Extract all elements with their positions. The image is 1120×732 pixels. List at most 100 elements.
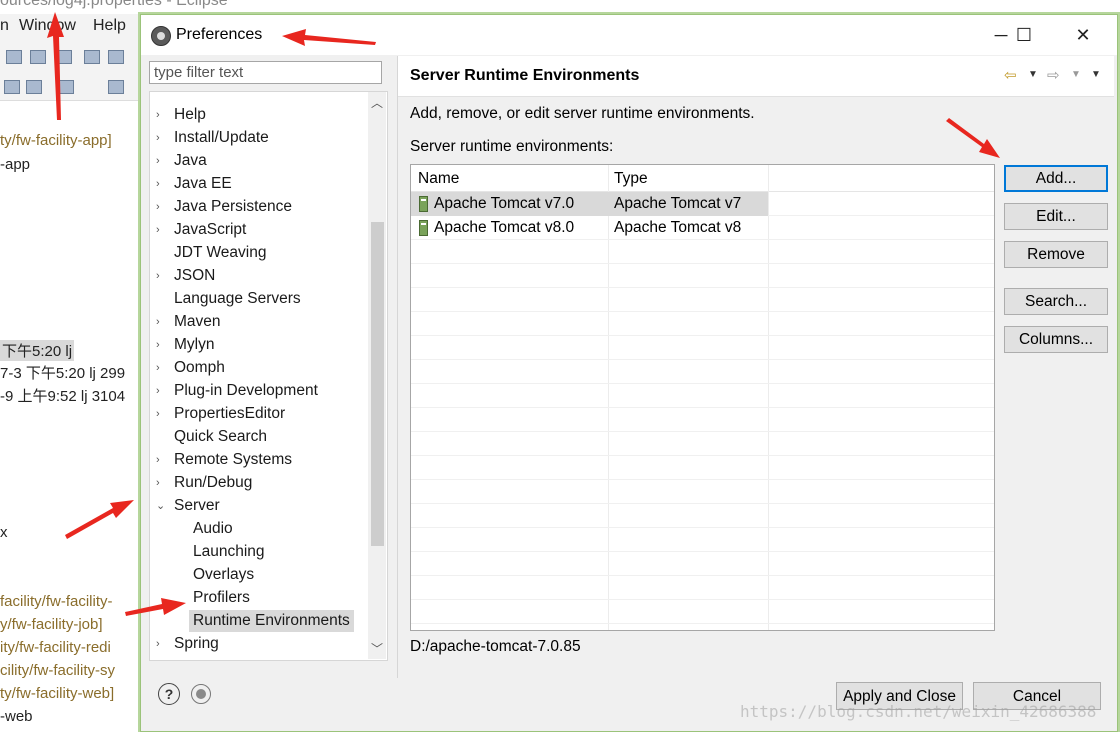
row-gridline: [411, 311, 994, 312]
row-gridline: [411, 263, 994, 264]
menu-window[interactable]: Window: [19, 17, 76, 35]
tree-item-label: Java Persistence: [174, 198, 293, 215]
chevron-down-icon[interactable]: ⌄: [156, 495, 168, 517]
chevron-right-icon[interactable]: ›: [156, 104, 168, 126]
toolbar-icon[interactable]: [26, 80, 42, 94]
runtime-table: Name Type Apache Tomcat v7.0 Apache Tomc…: [410, 164, 995, 631]
runtime-name: Apache Tomcat v7.0: [434, 195, 575, 212]
toolbar-icon[interactable]: [56, 50, 72, 64]
help-icon[interactable]: ?: [158, 683, 180, 705]
chevron-right-icon[interactable]: ›: [156, 656, 168, 660]
tree-item-label: Profilers: [193, 589, 250, 606]
toolbar-icon[interactable]: [6, 50, 22, 64]
tree-item-label: PropertiesEditor: [174, 405, 286, 422]
forward-dropdown-icon[interactable]: ▼: [1071, 69, 1081, 80]
background-text-line: y/fw-facility-job]: [0, 616, 103, 633]
tree-item-label: Language Servers: [174, 290, 301, 307]
tree-item-label: Maven: [174, 313, 221, 330]
chevron-right-icon[interactable]: ›: [156, 633, 168, 655]
add-button[interactable]: Add...: [1004, 165, 1108, 192]
background-text-line: facility/fw-facility-: [0, 593, 113, 610]
column-header-type[interactable]: Type: [614, 170, 648, 188]
runtime-list-label: Server runtime environments:: [410, 138, 614, 155]
tree-scrollbar[interactable]: ︿ ﹀: [368, 92, 386, 659]
toolbar-icon[interactable]: [108, 80, 124, 94]
maximize-button[interactable]: ☐: [1001, 15, 1047, 55]
row-gridline: [411, 455, 994, 456]
row-gridline: [411, 479, 994, 480]
server-runtime-icon: [419, 196, 428, 212]
preferences-dialog: Preferences ─ ☐ ✕ › Help › Install/Update › J…: [140, 14, 1118, 732]
back-dropdown-icon[interactable]: ▼: [1028, 69, 1038, 80]
row-gridline: [411, 431, 994, 432]
chevron-right-icon[interactable]: ›: [156, 150, 168, 172]
tree-item-label: Audio: [193, 520, 233, 537]
chevron-right-icon[interactable]: ›: [156, 334, 168, 356]
tree-item-label: Mylyn: [174, 336, 215, 353]
chevron-right-icon[interactable]: ›: [156, 357, 168, 379]
menu-file-partial[interactable]: n: [0, 17, 9, 35]
chevron-right-icon[interactable]: ›: [156, 173, 168, 195]
eclipse-app-icon: [151, 26, 171, 46]
background-text-line: ty/fw-facility-web]: [0, 685, 115, 702]
row-gridline: [411, 599, 994, 600]
server-runtime-icon: [419, 220, 428, 236]
chevron-right-icon[interactable]: ›: [156, 403, 168, 425]
remove-button[interactable]: Remove: [1004, 241, 1108, 268]
back-arrow-icon[interactable]: ⇦: [1004, 66, 1017, 84]
menu-help[interactable]: Help: [93, 17, 126, 35]
chevron-right-icon[interactable]: ›: [156, 311, 168, 333]
tree-item-label: Runtime Environments: [189, 610, 354, 632]
table-row[interactable]: Apache Tomcat v7.0 Apache Tomcat v7: [411, 192, 994, 216]
background-text-line: cility/fw-facility-sy: [0, 662, 115, 679]
toolbar-icon[interactable]: [84, 50, 100, 64]
toolbar-icon[interactable]: [58, 80, 74, 94]
forward-arrow-icon[interactable]: ⇨: [1047, 66, 1060, 84]
view-menu-icon[interactable]: ▼: [1091, 69, 1101, 80]
tree-item-label: Java EE: [174, 175, 232, 192]
chevron-right-icon[interactable]: ›: [156, 472, 168, 494]
background-text-line: ty/fw-facility-app]: [0, 132, 112, 149]
table-row[interactable]: Apache Tomcat v8.0 Apache Tomcat v8: [411, 216, 994, 240]
scroll-thumb[interactable]: [371, 222, 384, 546]
toolbar-icon[interactable]: [108, 50, 124, 64]
tree-item-label: Overlays: [193, 566, 255, 583]
chevron-right-icon[interactable]: ›: [156, 449, 168, 471]
page-header: Server Runtime Environments ⇦ ▼ ⇨ ▼ ▼: [398, 56, 1114, 97]
scroll-up-icon[interactable]: ︿: [370, 94, 384, 111]
chevron-right-icon[interactable]: ›: [156, 219, 168, 241]
toolbar-icon[interactable]: [30, 50, 46, 64]
preference-page: Server Runtime Environments ⇦ ▼ ⇨ ▼ ▼ Ad…: [397, 56, 1114, 678]
tree-item-label: Launching: [193, 543, 265, 560]
columns-button[interactable]: Columns...: [1004, 326, 1108, 353]
search-button[interactable]: Search...: [1004, 288, 1108, 315]
eclipse-menubar: n Window Help: [0, 14, 140, 42]
row-gridline: [411, 359, 994, 360]
chevron-right-icon[interactable]: ›: [156, 196, 168, 218]
page-description: Add, remove, or edit server runtime envi…: [410, 105, 755, 122]
chevron-right-icon[interactable]: ›: [156, 127, 168, 149]
chevron-right-icon[interactable]: ›: [156, 380, 168, 402]
tree-item-label: JavaScript: [174, 221, 247, 238]
row-gridline: [411, 623, 994, 624]
tree-item-label: JSON: [174, 267, 216, 284]
edit-button[interactable]: Edit...: [1004, 203, 1108, 230]
background-text-line: -9 上午9:52 lj 3104: [0, 388, 126, 405]
tree-item-label: Server: [174, 497, 220, 514]
toolbar-icon[interactable]: [4, 80, 20, 94]
background-text-line: 7-3 下午5:20 lj 299: [0, 365, 126, 382]
watermark-text: https://blog.csdn.net/weixin_42686388: [740, 702, 1097, 721]
scroll-down-icon[interactable]: ﹀: [370, 640, 384, 657]
background-text-line: -web: [0, 708, 33, 725]
close-button[interactable]: ✕: [1060, 15, 1106, 55]
import-export-icon[interactable]: [191, 684, 211, 704]
chevron-right-icon[interactable]: ›: [156, 265, 168, 287]
search-button-label: Search...: [1024, 293, 1088, 310]
add-button-label: Add...: [1035, 170, 1077, 187]
filter-input[interactable]: [149, 61, 382, 84]
dialog-titlebar[interactable]: Preferences ─ ☐ ✕: [141, 15, 1117, 55]
column-header-name[interactable]: Name: [418, 170, 459, 188]
preference-tree: › Help › Install/Update › Java › Java EE › Java P…: [149, 91, 388, 661]
edit-button-label: Edit...: [1036, 208, 1076, 225]
tree-item-label: JDT Weaving: [174, 244, 267, 261]
